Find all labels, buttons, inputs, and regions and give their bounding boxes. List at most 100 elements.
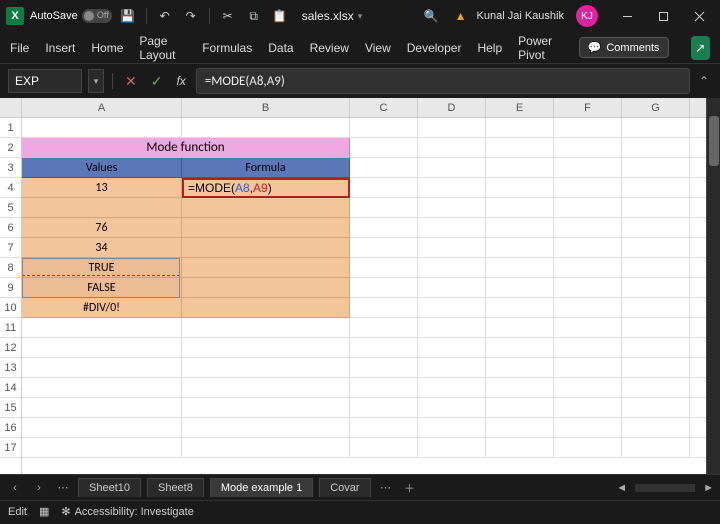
workbook-stats-icon[interactable]: ▦ <box>39 505 49 518</box>
cell[interactable] <box>554 338 622 358</box>
cell[interactable] <box>182 338 350 358</box>
cell[interactable] <box>554 298 622 318</box>
paste-icon[interactable]: 📋 <box>270 6 290 26</box>
col-header[interactable]: C <box>350 98 418 117</box>
cell-a4[interactable]: 13 <box>22 178 182 198</box>
expand-formula-icon[interactable]: ⌃ <box>696 74 712 88</box>
tab-data[interactable]: Data <box>268 41 293 55</box>
cell[interactable] <box>418 138 486 158</box>
cell-a10[interactable]: #DIV/0! <box>22 298 182 318</box>
close-button[interactable] <box>684 2 714 30</box>
cell[interactable] <box>554 398 622 418</box>
cell[interactable] <box>350 398 418 418</box>
cell-a7[interactable]: 34 <box>22 238 182 258</box>
sheet-nav-prev[interactable]: ‹ <box>6 479 24 497</box>
cell[interactable] <box>486 278 554 298</box>
row-header[interactable]: 15 <box>0 398 21 418</box>
share-button[interactable]: ↗ <box>691 36 710 60</box>
col-header[interactable]: E <box>486 98 554 117</box>
name-box[interactable]: EXP <box>8 69 82 93</box>
cell[interactable] <box>22 358 182 378</box>
cell[interactable] <box>418 158 486 178</box>
cell[interactable] <box>622 278 690 298</box>
cell[interactable] <box>418 438 486 458</box>
cell-b4-editing[interactable]: =MODE(A8,A9) <box>182 178 350 198</box>
cell[interactable] <box>22 398 182 418</box>
cut-icon[interactable]: ✂ <box>218 6 238 26</box>
cell[interactable] <box>350 438 418 458</box>
cell[interactable] <box>486 318 554 338</box>
tab-power-pivot[interactable]: Power Pivot <box>518 34 563 62</box>
cell[interactable] <box>22 418 182 438</box>
cell[interactable] <box>182 418 350 438</box>
cell[interactable] <box>418 178 486 198</box>
row-header[interactable]: 17 <box>0 438 21 458</box>
header-formula[interactable]: Formula <box>182 158 350 178</box>
sheet-tab[interactable]: Covar <box>319 478 370 497</box>
cell[interactable] <box>182 278 350 298</box>
cell[interactable] <box>350 278 418 298</box>
cell[interactable] <box>554 118 622 138</box>
cell[interactable] <box>554 238 622 258</box>
row-header[interactable]: 1 <box>0 118 21 138</box>
title-cell[interactable]: Mode function <box>22 138 350 158</box>
cell-a9[interactable]: FALSE <box>22 278 182 298</box>
maximize-button[interactable] <box>648 2 678 30</box>
col-header[interactable]: B <box>182 98 350 117</box>
cell[interactable] <box>554 178 622 198</box>
sheet-nav-more[interactable]: ⋯ <box>54 479 72 497</box>
cell[interactable] <box>182 378 350 398</box>
chevron-down-icon[interactable]: ▾ <box>358 11 363 22</box>
tab-review[interactable]: Review <box>310 41 349 55</box>
col-header[interactable]: F <box>554 98 622 117</box>
cell[interactable] <box>622 198 690 218</box>
cancel-icon[interactable]: ✕ <box>121 73 141 90</box>
cell[interactable] <box>182 298 350 318</box>
cell[interactable] <box>350 118 418 138</box>
cell[interactable] <box>486 398 554 418</box>
search-icon[interactable]: 🔍 <box>424 9 439 23</box>
cell-a6[interactable]: 76 <box>22 218 182 238</box>
cell[interactable] <box>182 198 350 218</box>
cell[interactable] <box>486 358 554 378</box>
cell[interactable] <box>486 378 554 398</box>
cell[interactable] <box>418 238 486 258</box>
row-header[interactable]: 12 <box>0 338 21 358</box>
cell[interactable] <box>554 198 622 218</box>
cell[interactable] <box>350 258 418 278</box>
tab-view[interactable]: View <box>365 41 391 55</box>
cell[interactable] <box>486 118 554 138</box>
tab-file[interactable]: File <box>10 41 29 55</box>
row-header[interactable]: 11 <box>0 318 21 338</box>
toggle-switch-icon[interactable]: Off <box>82 9 112 23</box>
sheet-tab[interactable]: Sheet10 <box>78 478 141 497</box>
row-header[interactable]: 13 <box>0 358 21 378</box>
select-all-button[interactable] <box>0 98 21 118</box>
cell[interactable] <box>350 158 418 178</box>
cell[interactable] <box>182 358 350 378</box>
cell[interactable] <box>554 218 622 238</box>
cell[interactable] <box>350 138 418 158</box>
cell[interactable] <box>22 318 182 338</box>
horizontal-scrollbar[interactable] <box>635 484 695 492</box>
cell[interactable] <box>622 398 690 418</box>
cell[interactable] <box>486 238 554 258</box>
undo-icon[interactable]: ↶ <box>155 6 175 26</box>
row-header[interactable]: 8 <box>0 258 21 278</box>
cell[interactable] <box>22 378 182 398</box>
avatar[interactable]: KJ <box>576 5 598 27</box>
row-header[interactable]: 16 <box>0 418 21 438</box>
cell[interactable] <box>554 438 622 458</box>
comments-button[interactable]: 💬 Comments <box>579 37 669 58</box>
cell[interactable] <box>622 238 690 258</box>
cell[interactable] <box>418 318 486 338</box>
formula-input[interactable]: =MODE(A8,A9) <box>196 68 690 94</box>
cell[interactable] <box>182 438 350 458</box>
cell[interactable] <box>350 338 418 358</box>
cell[interactable] <box>622 338 690 358</box>
cell[interactable] <box>418 198 486 218</box>
cell[interactable] <box>486 338 554 358</box>
row-header[interactable]: 14 <box>0 378 21 398</box>
cell[interactable] <box>182 398 350 418</box>
cell[interactable] <box>418 398 486 418</box>
